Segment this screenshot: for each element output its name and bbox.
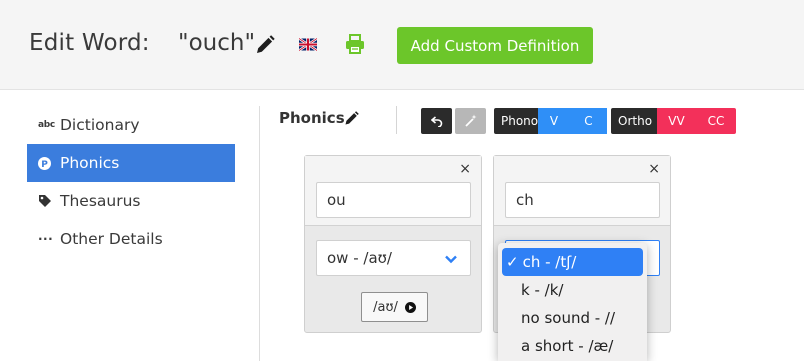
close-icon[interactable]: × (459, 161, 471, 177)
sidebar-item-thesaurus[interactable]: Thesaurus (27, 182, 235, 220)
undo-button[interactable] (421, 108, 452, 134)
play-icon (404, 301, 416, 313)
dropdown-option-label: a short - /æ/ (521, 337, 614, 355)
ortho-vowel-button[interactable]: VV (657, 108, 696, 134)
undo-icon (430, 116, 442, 127)
close-icon[interactable]: × (648, 161, 660, 177)
abc-icon: abc (38, 120, 55, 130)
dropdown-option[interactable]: ✓ ch - /tʃ/ (502, 248, 643, 276)
sound-dropdown-list: ✓ ch - /tʃ/ k - /k/ no sound - // a shor… (498, 243, 647, 361)
sidebar-item-phonics[interactable]: P Phonics (27, 144, 235, 182)
dropdown-option-label: ch - /tʃ/ (522, 253, 577, 271)
svg-text:P: P (41, 160, 48, 170)
phonics-p-icon: P (38, 156, 54, 170)
page-title: Edit Word: (29, 30, 150, 56)
sound-button-label: /aʊ/ (373, 299, 398, 315)
sidebar-item-label: Phonics (60, 154, 120, 172)
play-sound-button[interactable]: /aʊ/ (361, 292, 428, 322)
sidebar-item-label: Other Details (60, 230, 163, 248)
sidebar-item-label: Thesaurus (60, 192, 141, 210)
dropdown-option-label: no sound - // (521, 309, 616, 327)
ortho-consonant-button[interactable]: CC (696, 108, 736, 134)
grapheme-card: × ou ow - /aʊ/ /aʊ/ (304, 155, 482, 333)
chevron-down-icon (445, 255, 457, 264)
dropdown-option[interactable]: k - /k/ (498, 276, 647, 304)
sidebar: abc Dictionary P Phonics Thesaurus ··· O… (27, 106, 235, 258)
sound-select[interactable]: ow - /aʊ/ (316, 240, 471, 276)
grapheme-input[interactable]: ou (316, 182, 471, 218)
ortho-label: Ortho (611, 108, 657, 134)
check-icon: ✓ (506, 253, 519, 271)
magic-wand-button[interactable] (455, 108, 486, 134)
sidebar-item-dictionary[interactable]: abc Dictionary (27, 106, 235, 144)
sidebar-item-other-details[interactable]: ··· Other Details (27, 220, 235, 258)
tag-icon (38, 194, 54, 208)
magic-wand-icon (464, 114, 476, 127)
add-custom-definition-button[interactable]: Add Custom Definition (397, 27, 593, 64)
toolbar-divider (396, 106, 397, 134)
grapheme-input[interactable]: ch (505, 182, 660, 218)
ellipsis-icon: ··· (38, 232, 54, 246)
page-header: Edit Word: "ouch" Add Custom Definition (0, 0, 804, 90)
sidebar-item-label: Dictionary (60, 116, 140, 134)
phonics-heading: Phonics (279, 109, 345, 127)
sound-select-value: ow - /aʊ/ (327, 249, 392, 267)
dropdown-option[interactable]: no sound - // (498, 304, 647, 332)
word-title: "ouch" (178, 30, 256, 56)
dropdown-option[interactable]: a short - /æ/ (498, 332, 647, 360)
dropdown-option-label: k - /k/ (521, 281, 564, 299)
phono-consonant-button[interactable]: C (570, 108, 607, 134)
phono-label: Phono (494, 108, 538, 134)
content-divider (259, 106, 260, 361)
printer-icon[interactable] (345, 34, 365, 54)
phono-vowel-button[interactable]: V (538, 108, 570, 134)
pencil-icon[interactable] (255, 35, 275, 55)
pencil-icon[interactable] (344, 111, 359, 126)
uk-flag-icon[interactable] (299, 38, 317, 51)
